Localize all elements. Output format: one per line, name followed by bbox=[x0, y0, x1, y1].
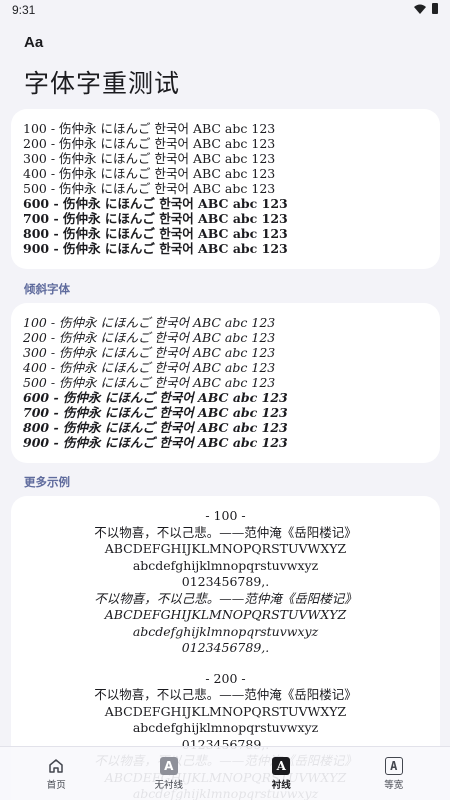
status-time: 9:31 bbox=[12, 3, 36, 17]
battery-icon bbox=[432, 3, 438, 14]
weight-sample-line: 400 - 伤仲永 にほんご 한국어 ABC abc 123 bbox=[23, 166, 276, 181]
weights-card: 100 - 伤仲永 にほんご 한국어 ABC abc 123 200 - 伤仲永 … bbox=[11, 109, 440, 269]
sample-italic-line: 不以物喜，不以己悲。——范仲淹《岳阳楼记》 bbox=[94, 590, 357, 606]
status-bar: 9:31 bbox=[0, 0, 450, 22]
sample-italic-line: 0123456789,. bbox=[181, 640, 270, 655]
weight-sample-line: 200 - 伤仲永 にほんご 한국어 ABC abc 123 bbox=[23, 136, 276, 151]
sample-line: ABCDEFGHIJKLMNOPQRSTUVWXYZ bbox=[104, 703, 347, 719]
serif-icon: A bbox=[272, 756, 291, 775]
weight-sample-line: 300 - 伤仲永 にほんご 한국어 ABC abc 123 bbox=[23, 345, 276, 360]
sans-serif-icon: A bbox=[159, 756, 178, 775]
weight-sample-line: 800 - 伤仲永 にほんご 한국어 ABC abc 123 bbox=[23, 226, 288, 241]
monospace-icon: A bbox=[384, 756, 403, 775]
sample-line: 不以物喜，不以己悲。——范仲淹《岳阳楼记》 bbox=[94, 687, 357, 702]
weight-sample-line: 600 - 伤仲永 にほんご 한국어 ABC abc 123 bbox=[23, 196, 288, 211]
bottom-nav: 首页 A 无衬线 A 衬线 A 等宽 bbox=[0, 746, 450, 800]
weight-sample-line: 500 - 伤仲永 にほんご 한국어 ABC abc 123 bbox=[23, 375, 276, 390]
nav-label-sans-serif: 无衬线 bbox=[154, 779, 183, 791]
sample-line: abcdefghijklmnopqrstuvwxyz bbox=[132, 557, 319, 573]
weight-sample-line: 900 - 伤仲永 にほんご 한국어 ABC abc 123 bbox=[23, 241, 288, 256]
nav-label-serif: 衬线 bbox=[271, 779, 291, 791]
nav-item-sans-serif[interactable]: A 无衬线 bbox=[113, 747, 226, 800]
weight-sample-line: 700 - 伤仲永 にほんご 한국어 ABC abc 123 bbox=[23, 211, 288, 226]
weight-sample-line: 700 - 伤仲永 にほんご 한국어 ABC abc 123 bbox=[23, 405, 288, 420]
nav-label-home: 首页 bbox=[46, 779, 66, 791]
sample-line: 不以物喜，不以己悲。——范仲淹《岳阳楼记》 bbox=[94, 524, 357, 540]
weight-sample-line: 500 - 伤仲永 にほんご 한국어 ABC abc 123 bbox=[23, 181, 276, 196]
italic-section-label: 倾斜字体 bbox=[24, 282, 70, 296]
italic-card: 100 - 伤仲永 にほんご 한국어 ABC abc 123 200 - 伤仲永 … bbox=[11, 303, 440, 463]
sample-heading: - 100 - bbox=[205, 508, 246, 523]
app-logo: Aa bbox=[24, 34, 44, 51]
weight-sample-line: 100 - 伤仲永 にほんご 한국어 ABC abc 123 bbox=[23, 121, 276, 136]
sample-block: - 100 - 不以物喜，不以己悲。——范仲淹《岳阳楼记》 ABCDEFGHIJKL… bbox=[11, 508, 440, 657]
weight-sample-line: 200 - 伤仲永 にほんご 한국어 ABC abc 123 bbox=[23, 330, 276, 345]
sample-heading: - 200 - bbox=[205, 670, 246, 686]
nav-item-monospace[interactable]: A 等宽 bbox=[338, 747, 450, 800]
weight-sample-line: 300 - 伤仲永 にほんご 한국어 ABC abc 123 bbox=[23, 151, 276, 166]
sample-line: ABCDEFGHIJKLMNOPQRSTUVWXYZ bbox=[104, 541, 347, 556]
page-title: 字体字重测试 bbox=[24, 69, 181, 98]
home-icon bbox=[47, 757, 65, 775]
weight-sample-line: 800 - 伤仲永 にほんご 한국어 ABC abc 123 bbox=[23, 420, 288, 435]
weight-sample-line: 400 - 伤仲永 にほんご 한국어 ABC abc 123 bbox=[23, 360, 276, 375]
wifi-icon bbox=[414, 4, 426, 14]
nav-label-monospace: 等宽 bbox=[384, 779, 404, 791]
nav-item-serif[interactable]: A 衬线 bbox=[225, 747, 338, 800]
sample-line: abcdefghijklmnopqrstuvwxyz bbox=[132, 720, 319, 735]
status-icons bbox=[414, 3, 438, 14]
weight-sample-line: 100 - 伤仲永 にほんご 한국어 ABC abc 123 bbox=[23, 315, 276, 330]
weight-sample-line: 600 - 伤仲永 にほんご 한국어 ABC abc 123 bbox=[23, 390, 288, 405]
sample-italic-line: abcdefghijklmnopqrstuvwxyz bbox=[132, 623, 319, 639]
sample-line: 0123456789,. bbox=[181, 574, 270, 589]
more-section-label: 更多示例 bbox=[24, 475, 70, 489]
nav-item-home[interactable]: 首页 bbox=[0, 747, 113, 800]
weight-sample-line: 900 - 伤仲永 にほんご 한국어 ABC abc 123 bbox=[23, 435, 288, 450]
sample-italic-line: ABCDEFGHIJKLMNOPQRSTUVWXYZ bbox=[104, 607, 347, 622]
